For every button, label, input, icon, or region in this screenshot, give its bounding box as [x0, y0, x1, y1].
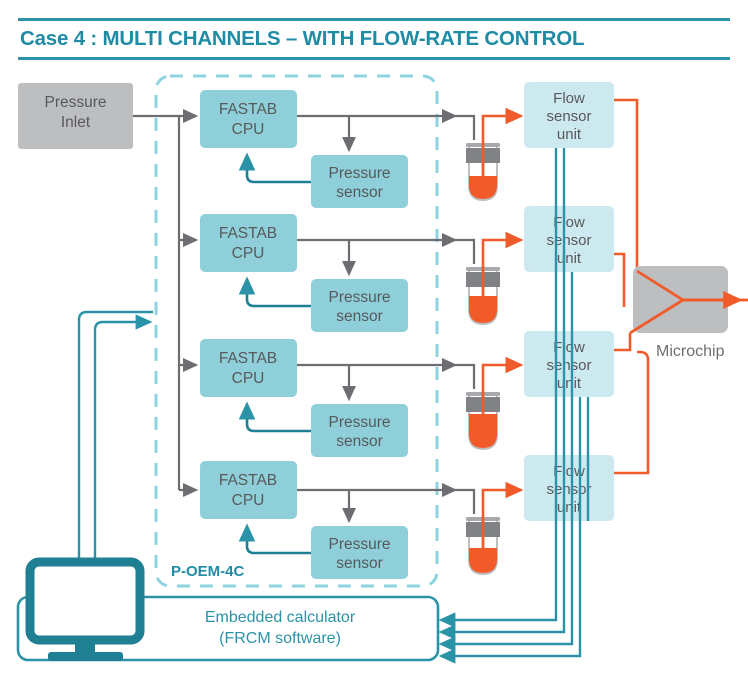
flow-sensor-label-2c: unit	[557, 250, 582, 267]
pressure-to-vial-1	[455, 114, 476, 140]
pressure-sensor-label-4b: sensor	[336, 555, 383, 572]
calculator-to-module-inner	[93, 314, 153, 597]
pressure-inlet-label-1: Pressure	[44, 94, 106, 111]
fastab-cpu-box-3	[200, 339, 297, 397]
pressure-sensor-label-3a: Pressure	[328, 414, 390, 431]
fastab-cpu-label-4b: CPU	[232, 492, 265, 509]
fastab-cpu-label-3b: CPU	[232, 370, 265, 387]
flowsensor-out-4	[614, 350, 650, 475]
pressure-to-vial-2	[455, 238, 476, 264]
flowsensor-out-1	[614, 98, 639, 297]
flow-sensor-label-1c: unit	[557, 126, 582, 143]
fastab-cpu-box-1	[200, 90, 297, 148]
sensor-feedback-2	[238, 276, 311, 308]
diagram-canvas: P-OEM-4C Pressure Inlet FASTAB CPU Press…	[16, 74, 748, 664]
pressure-sensor-label-1a: Pressure	[328, 165, 390, 182]
flow-sensor-label-3b: sensor	[546, 357, 591, 374]
fastab-cpu-label-1a: FASTAB	[219, 101, 277, 118]
calculator-to-module-outer	[77, 310, 153, 597]
pressure-to-vial-4	[455, 488, 476, 514]
fastab-cpu-box-4	[200, 461, 297, 519]
flow-sensor-label-2b: sensor	[546, 232, 591, 249]
diagram-root: Case 4 : MULTI CHANNELS – WITH FLOW-RATE…	[0, 0, 748, 678]
flow-sensor-label-4c: unit	[557, 499, 582, 516]
pressure-sensor-label-4a: Pressure	[328, 536, 390, 553]
pressure-sensor-label-1b: sensor	[336, 184, 383, 201]
flow-sensor-label-3a: Flow	[553, 339, 585, 356]
flow-sensor-label-4b: sensor	[546, 481, 591, 498]
pressure-sensor-label-2a: Pressure	[328, 289, 390, 306]
pressure-sensor-label-2b: sensor	[336, 308, 383, 325]
module-label: P-OEM-4C	[171, 563, 245, 580]
flow-sensor-label-3c: unit	[557, 375, 582, 392]
pressure-sensor-label-3b: sensor	[336, 433, 383, 450]
flowsensor-out-3	[614, 333, 632, 352]
fastab-cpu-label-4a: FASTAB	[219, 472, 277, 489]
fastab-cpu-box-2	[200, 214, 297, 272]
fastab-cpu-label-1b: CPU	[232, 121, 265, 138]
flow-sensor-label-1a: Flow	[553, 90, 585, 107]
flowsensor-out-2	[614, 252, 626, 307]
calculator-label-1: Embedded calculator	[205, 609, 356, 626]
pressure-inlet-label-2: Inlet	[61, 114, 91, 131]
fastab-cpu-label-2a: FASTAB	[219, 225, 277, 242]
sensor-feedback-4	[238, 523, 311, 555]
microchip-label: Microchip	[656, 343, 725, 360]
flowdata-line-4	[438, 397, 582, 664]
pressure-to-vial-3	[455, 363, 476, 389]
sensor-feedback-3	[238, 401, 311, 433]
sensor-feedback-1	[238, 152, 311, 184]
calculator-label-2: (FRCM software)	[219, 630, 341, 647]
flow-sensor-label-1b: sensor	[546, 108, 591, 125]
flow-sensor-label-2a: Flow	[553, 214, 585, 231]
fastab-cpu-label-2b: CPU	[232, 245, 265, 262]
fastab-cpu-label-3a: FASTAB	[219, 350, 277, 367]
